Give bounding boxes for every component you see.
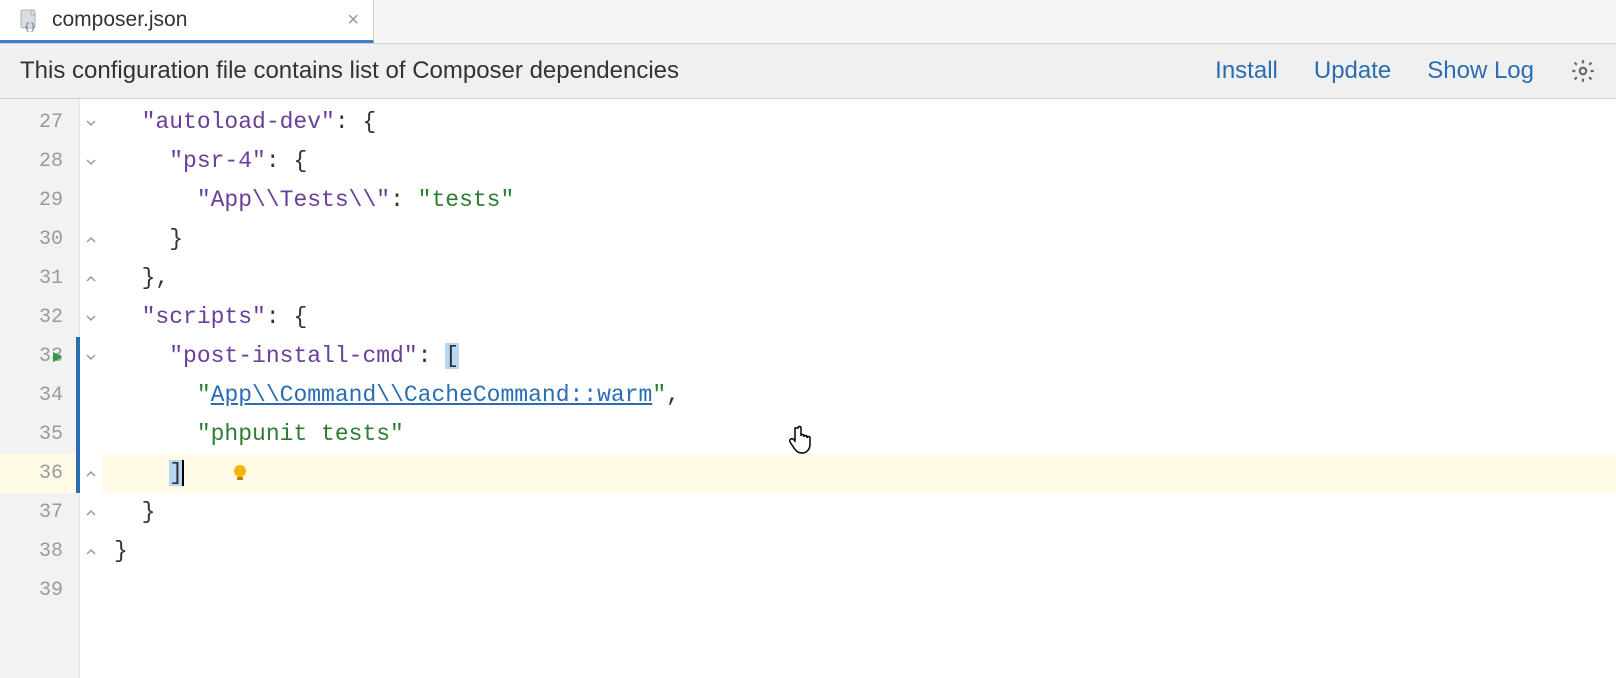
code-line[interactable]: "App\\Tests\\": "tests" <box>102 181 1616 220</box>
text-caret <box>182 460 184 486</box>
composer-notice-bar: This configuration file contains list of… <box>0 44 1616 99</box>
line-number: 35 <box>0 415 79 454</box>
code-line[interactable]: "phpunit tests" <box>102 415 1616 454</box>
fold-marker[interactable] <box>80 220 102 259</box>
code-line[interactable]: "post-install-cmd": [ <box>102 337 1616 376</box>
fold-column <box>80 99 102 678</box>
code-line[interactable]: ] <box>102 454 1616 493</box>
change-marker <box>76 454 80 493</box>
line-number: 30 <box>0 220 79 259</box>
fold-marker <box>80 181 102 220</box>
editor-tab[interactable]: {} composer.json × <box>0 0 374 43</box>
gear-icon[interactable] <box>1570 58 1596 84</box>
callback-link[interactable]: App\\Command\\CacheCommand::warm <box>211 382 653 408</box>
svg-text:{}: {} <box>24 22 36 32</box>
line-number: 39 <box>0 571 79 610</box>
code-line[interactable]: } <box>102 493 1616 532</box>
line-gutter: 27282930313233343536373839 <box>0 99 80 678</box>
change-marker <box>76 415 80 454</box>
run-gutter-icon[interactable] <box>50 350 64 364</box>
code-line[interactable]: "scripts": { <box>102 298 1616 337</box>
fold-marker[interactable] <box>80 532 102 571</box>
line-number: 33 <box>0 337 79 376</box>
install-link[interactable]: Install <box>1215 57 1278 85</box>
code-line[interactable]: "App\\Command\\CacheCommand::warm", <box>102 376 1616 415</box>
code-line[interactable]: } <box>102 220 1616 259</box>
intention-bulb-icon[interactable] <box>229 462 251 484</box>
line-number: 29 <box>0 181 79 220</box>
fold-marker[interactable] <box>80 103 102 142</box>
tab-bar: {} composer.json × <box>0 0 1616 44</box>
line-number: 28 <box>0 142 79 181</box>
code-content[interactable]: "autoload-dev": { "psr-4": { "App\\Tests… <box>102 99 1616 678</box>
line-number: 37 <box>0 493 79 532</box>
line-number: 27 <box>0 103 79 142</box>
code-line[interactable]: } <box>102 532 1616 571</box>
line-number: 31 <box>0 259 79 298</box>
line-number: 32 <box>0 298 79 337</box>
change-marker <box>76 376 80 415</box>
update-link[interactable]: Update <box>1314 57 1391 85</box>
fold-marker[interactable] <box>80 454 102 493</box>
fold-marker[interactable] <box>80 259 102 298</box>
change-marker <box>76 337 80 376</box>
code-editor[interactable]: 27282930313233343536373839 "autoload-dev… <box>0 99 1616 678</box>
code-line[interactable]: "psr-4": { <box>102 142 1616 181</box>
notice-actions: Install Update Show Log <box>1215 57 1596 85</box>
code-line[interactable]: }, <box>102 259 1616 298</box>
tab-title: composer.json <box>52 8 187 32</box>
line-number: 36 <box>0 454 79 493</box>
code-line[interactable] <box>102 571 1616 610</box>
code-line[interactable]: "autoload-dev": { <box>102 103 1616 142</box>
fold-marker[interactable] <box>80 493 102 532</box>
notice-text: This configuration file contains list of… <box>20 57 1215 85</box>
close-tab-icon[interactable]: × <box>347 9 359 32</box>
fold-marker <box>80 376 102 415</box>
json-file-icon: {} <box>18 8 42 32</box>
link-cursor-icon <box>787 422 819 456</box>
fold-marker[interactable] <box>80 337 102 376</box>
line-number: 34 <box>0 376 79 415</box>
fold-marker[interactable] <box>80 298 102 337</box>
fold-marker[interactable] <box>80 142 102 181</box>
fold-marker <box>80 415 102 454</box>
fold-marker <box>80 571 102 610</box>
show-log-link[interactable]: Show Log <box>1427 57 1534 85</box>
line-number: 38 <box>0 532 79 571</box>
